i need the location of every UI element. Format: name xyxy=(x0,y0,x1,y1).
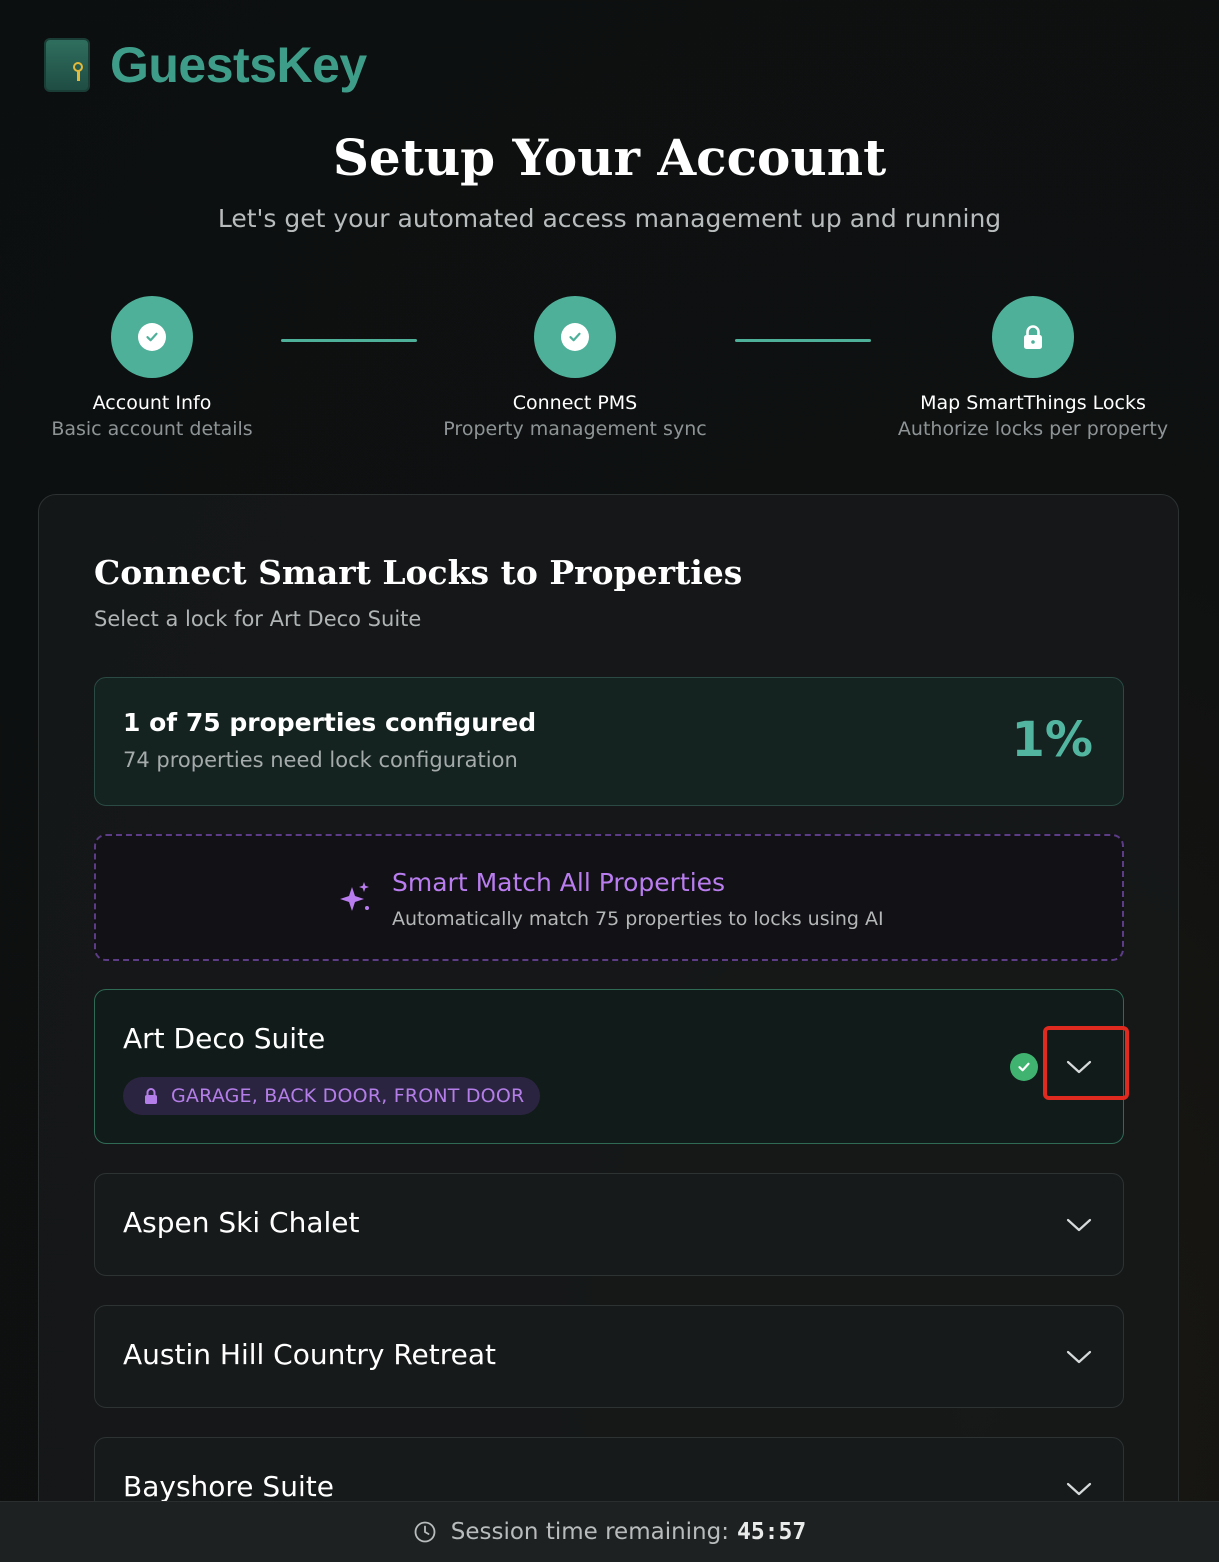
step-label: Connect PMS xyxy=(512,392,638,414)
step-circle xyxy=(111,296,193,378)
key-door-icon xyxy=(44,38,90,92)
lock-assignment-text: GARAGE, BACK DOOR, FRONT DOOR xyxy=(171,1085,525,1107)
check-icon xyxy=(561,323,589,351)
progress-percent: 1% xyxy=(1011,712,1094,768)
step-description: Basic account details xyxy=(51,418,253,440)
expand-toggle-button[interactable] xyxy=(1055,1201,1103,1249)
clock-icon xyxy=(414,1521,436,1543)
property-name: Bayshore Suite xyxy=(123,1470,334,1503)
chevron-down-icon xyxy=(1066,1218,1092,1232)
sparkle-icon xyxy=(340,882,369,911)
step-circle xyxy=(534,296,616,378)
progress-detail: 74 properties need lock configuration xyxy=(123,748,518,772)
session-timer-bar: Session time remaining: 45:57 xyxy=(0,1501,1219,1562)
step-map-locks: Map SmartThings Locks Authorize locks pe… xyxy=(868,296,1198,440)
session-timer-value: 45:57 xyxy=(736,1519,807,1545)
page-subtitle: Let's get your automated access manageme… xyxy=(217,204,1002,233)
highlight-annotation xyxy=(1043,1026,1129,1100)
smart-match-button[interactable]: Smart Match All Properties Automatically… xyxy=(94,834,1124,961)
chevron-down-icon xyxy=(1066,1482,1092,1496)
property-card-art-deco-suite[interactable]: Art Deco Suite GARAGE, BACK DOOR, FRONT … xyxy=(94,989,1124,1144)
brand-logo[interactable]: GuestsKey xyxy=(44,36,367,94)
step-label: Map SmartThings Locks xyxy=(920,392,1146,414)
step-connect-pms: Connect PMS Property management sync xyxy=(410,296,740,440)
check-circle-icon xyxy=(1010,1053,1038,1081)
page-title: Setup Your Account xyxy=(332,128,887,187)
chevron-down-icon xyxy=(1066,1350,1092,1364)
step-description: Authorize locks per property xyxy=(897,418,1169,440)
step-circle xyxy=(992,296,1074,378)
brand-name: GuestsKey xyxy=(110,37,367,93)
smart-match-title: Smart Match All Properties xyxy=(392,868,726,897)
step-account-info: Account Info Basic account details xyxy=(0,296,317,440)
step-description: Property management sync xyxy=(443,418,707,440)
property-card-austin-hill-country-retreat[interactable]: Austin Hill Country Retreat xyxy=(94,1305,1124,1408)
property-name: Art Deco Suite xyxy=(123,1022,326,1055)
property-name: Austin Hill Country Retreat xyxy=(123,1338,496,1371)
lock-icon xyxy=(145,1088,157,1104)
step-connector xyxy=(281,339,417,342)
lock-mapping-panel: Connect Smart Locks to Properties Select… xyxy=(38,494,1179,1562)
property-card-aspen-ski-chalet[interactable]: Aspen Ski Chalet xyxy=(94,1173,1124,1276)
lock-icon xyxy=(1024,325,1042,349)
check-icon xyxy=(138,323,166,351)
progress-summary: 1 of 75 properties configured xyxy=(123,708,537,737)
panel-title: Connect Smart Locks to Properties xyxy=(94,553,743,592)
panel-subtitle: Select a lock for Art Deco Suite xyxy=(94,607,422,631)
progress-summary-card: 1 of 75 properties configured 74 propert… xyxy=(94,677,1124,806)
step-label: Account Info xyxy=(92,392,212,414)
smart-match-description: Automatically match 75 properties to loc… xyxy=(392,908,884,930)
property-name: Aspen Ski Chalet xyxy=(123,1206,360,1239)
expand-toggle-button[interactable] xyxy=(1055,1333,1103,1381)
session-timer-label: Session time remaining: xyxy=(450,1519,729,1545)
lock-assignment-badge: GARAGE, BACK DOOR, FRONT DOOR xyxy=(123,1077,541,1115)
step-connector xyxy=(735,339,871,342)
